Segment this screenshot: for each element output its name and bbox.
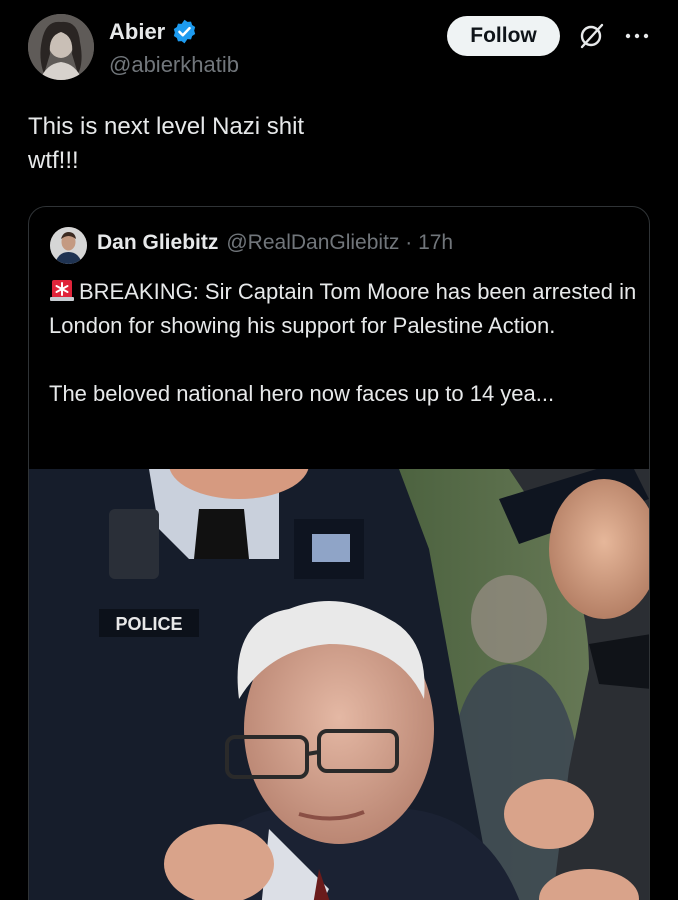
- siren-icon: [50, 280, 74, 301]
- tweet-text: This is next level Nazi shit wtf!!!: [28, 113, 305, 174]
- quoted-header: Dan Gliebitz @RealDanGliebitz · 17h: [97, 231, 453, 255]
- quoted-photo[interactable]: POLICE: [29, 469, 650, 900]
- quoted-tweet[interactable]: Dan Gliebitz @RealDanGliebitz · 17h BREA…: [28, 206, 650, 900]
- author-handle[interactable]: @abierkhatib: [109, 52, 239, 78]
- quoted-author-name[interactable]: Dan Gliebitz: [97, 231, 218, 255]
- author-name[interactable]: Abier: [109, 19, 165, 45]
- grok-icon[interactable]: [577, 22, 605, 50]
- author-avatar[interactable]: [28, 14, 94, 80]
- tweet-header: Abier @abierkhatib Follow: [28, 14, 658, 84]
- more-icon[interactable]: [622, 24, 652, 48]
- author-name-row: Abier: [109, 18, 198, 45]
- quoted-text: BREAKING: Sir Captain Tom Moore has been…: [49, 279, 637, 406]
- follow-button[interactable]: Follow: [447, 16, 560, 56]
- quoted-author-avatar[interactable]: [50, 227, 87, 264]
- verified-badge-icon: [174, 19, 196, 44]
- police-badge-text: POLICE: [115, 614, 182, 634]
- quoted-text-block: BREAKING: Sir Captain Tom Moore has been…: [49, 275, 639, 411]
- quoted-author-meta: @RealDanGliebitz · 17h: [226, 231, 454, 254]
